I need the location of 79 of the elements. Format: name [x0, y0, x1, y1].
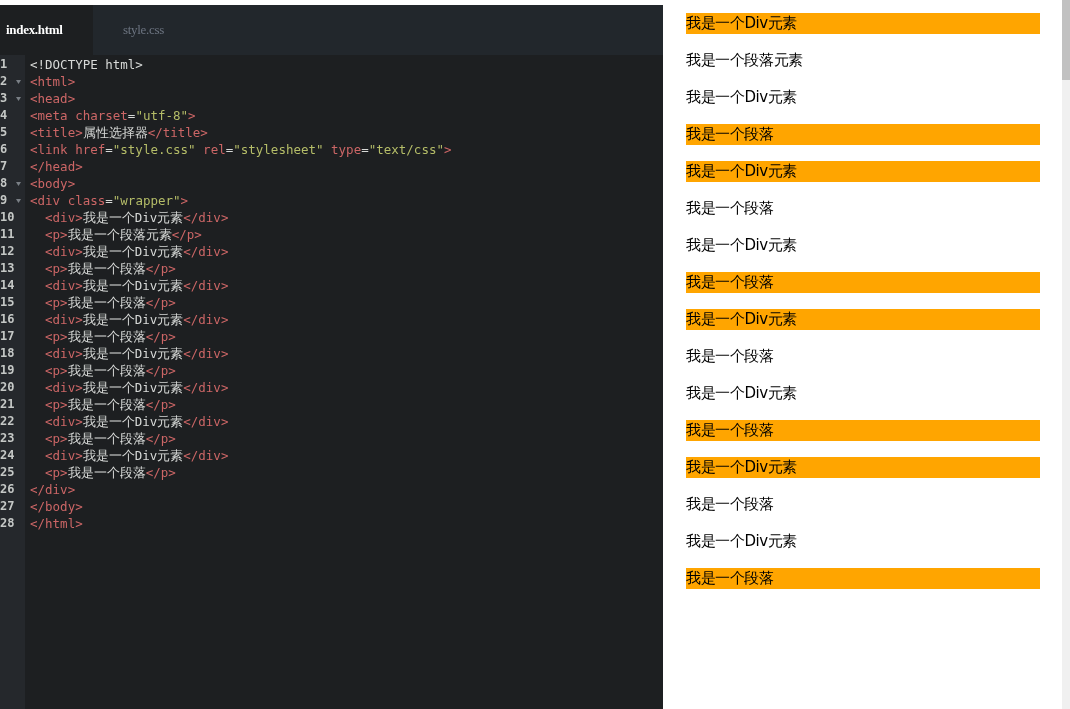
fold-arrow-icon[interactable]	[16, 96, 21, 101]
code-line: <div>我是一个Div元素</div>	[44, 379, 230, 396]
code-line: </head>	[30, 158, 84, 175]
code-line: <div>我是一个Div元素</div>	[44, 243, 230, 260]
line-number: 22	[0, 413, 14, 430]
line-number: 27	[0, 498, 14, 515]
code-line: <p>我是一个段落</p>	[44, 396, 177, 413]
line-number: 16	[0, 311, 14, 328]
preview-text: 我是一个段落	[686, 494, 775, 515]
code-line: <p>我是一个段落</p>	[44, 430, 177, 447]
preview-text: 我是一个Div元素	[686, 309, 1040, 330]
fold-arrow-icon[interactable]	[16, 198, 21, 203]
preview-text: 我是一个段落	[686, 568, 1040, 589]
code-line: <div>我是一个Div元素</div>	[44, 413, 230, 430]
line-number: 5	[0, 124, 9, 141]
preview-text: 我是一个Div元素	[686, 383, 798, 404]
line-number: 14	[0, 277, 14, 294]
code-line: <div class="wrapper">	[30, 192, 190, 209]
line-number: 15	[0, 294, 14, 311]
line-number: 8	[0, 175, 9, 192]
line-number: 4	[0, 107, 9, 124]
code-line: <html>	[30, 73, 77, 90]
code-line: <link href="style.css" rel="stylesheet" type="text/css">	[30, 141, 453, 158]
code-line: <p>我是一个段落元素</p>	[44, 226, 203, 243]
preview-text: 我是一个Div元素	[686, 13, 1040, 34]
line-number: 21	[0, 396, 14, 413]
preview-text: 我是一个段落	[686, 346, 775, 367]
line-number: 1	[0, 56, 9, 73]
line-number: 2	[0, 73, 9, 90]
line-number: 11	[0, 226, 14, 243]
fold-arrow-icon[interactable]	[16, 181, 21, 186]
line-number: 25	[0, 464, 14, 481]
preview-text: 我是一个段落	[686, 420, 1040, 441]
code-line: <div>我是一个Div元素</div>	[44, 345, 230, 362]
line-number: 13	[0, 260, 14, 277]
line-number: 24	[0, 447, 14, 464]
preview-text: 我是一个段落	[686, 272, 1040, 293]
code-line: <p>我是一个段落</p>	[44, 294, 177, 311]
code-line: <head>	[30, 90, 77, 107]
preview-text: 我是一个段落	[686, 198, 775, 219]
line-number: 28	[0, 515, 14, 532]
preview-text: 我是一个段落元素	[686, 50, 804, 71]
code-line: <p>我是一个段落</p>	[44, 328, 177, 345]
line-number: 19	[0, 362, 14, 379]
line-number: 3	[0, 90, 9, 107]
line-number: 10	[0, 209, 14, 226]
preview-text: 我是一个段落	[686, 124, 1040, 145]
code-line: <div>我是一个Div元素</div>	[44, 311, 230, 328]
code-line: <meta charset="utf-8">	[30, 107, 197, 124]
scrollbar[interactable]	[1062, 0, 1070, 709]
code-line: <p>我是一个段落</p>	[44, 362, 177, 379]
line-number: 12	[0, 243, 14, 260]
line-number: 20	[0, 379, 14, 396]
line-number: 7	[0, 158, 9, 175]
preview-text: 我是一个Div元素	[686, 161, 1040, 182]
line-number: 6	[0, 141, 9, 158]
line-number: 23	[0, 430, 14, 447]
preview-text: 我是一个Div元素	[686, 531, 798, 552]
code-line: <body>	[30, 175, 77, 192]
line-number: 17	[0, 328, 14, 345]
line-number: 18	[0, 345, 14, 362]
line-number: 26	[0, 481, 14, 498]
code-line: <div>我是一个Div元素</div>	[44, 277, 230, 294]
code-line: <p>我是一个段落</p>	[44, 260, 177, 277]
code-line: <title>属性选择器</title>	[30, 124, 209, 141]
file-tab[interactable]: index.html	[0, 5, 93, 55]
line-number: 9	[0, 192, 9, 209]
code-line: </body>	[30, 498, 84, 515]
code-line: <!DOCTYPE html>	[30, 56, 144, 73]
scrollbar-thumb[interactable]	[1062, 0, 1070, 80]
code-line: <div>我是一个Div元素</div>	[44, 209, 230, 226]
fold-arrow-icon[interactable]	[16, 79, 21, 84]
code-line: <div>我是一个Div元素</div>	[44, 447, 230, 464]
code-line: </html>	[30, 515, 84, 532]
preview-text: 我是一个Div元素	[686, 87, 798, 108]
preview-text: 我是一个Div元素	[686, 235, 798, 256]
code-line: <p>我是一个段落</p>	[44, 464, 177, 481]
preview-text: 我是一个Div元素	[686, 457, 1040, 478]
code-line: </div>	[30, 481, 77, 498]
